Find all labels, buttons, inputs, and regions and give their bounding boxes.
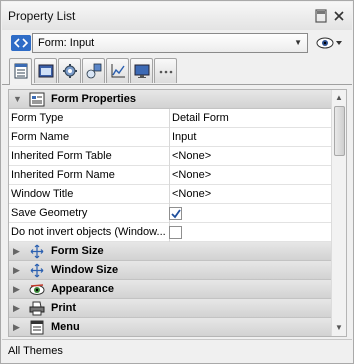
column-divider bbox=[169, 109, 170, 128]
group-form-size[interactable]: ▶ Form Size bbox=[9, 242, 331, 261]
group-label: Print bbox=[51, 302, 77, 314]
form-properties-icon bbox=[29, 92, 45, 107]
resize-arrows-icon bbox=[30, 244, 44, 259]
eye-palette-icon bbox=[29, 284, 45, 295]
property-row-do-not-invert-objects[interactable]: Do not invert objects (Window... bbox=[9, 223, 331, 242]
group-window-size[interactable]: ▶ Window Size bbox=[9, 261, 331, 280]
object-selector-dropdown[interactable]: Form: Input ▼ bbox=[32, 33, 308, 53]
expanded-triangle-icon: ▼ bbox=[13, 94, 22, 104]
property-name: Form Name bbox=[11, 131, 70, 143]
property-value[interactable]: <None> bbox=[172, 188, 211, 200]
do-not-invert-checkbox[interactable] bbox=[169, 226, 182, 239]
group-print[interactable]: ▶ Print bbox=[9, 299, 331, 318]
list-icon bbox=[14, 63, 28, 79]
pin-icon[interactable] bbox=[314, 9, 328, 23]
property-name: Form Type bbox=[11, 112, 64, 124]
form-icon bbox=[38, 64, 54, 78]
tab-form[interactable] bbox=[34, 58, 57, 83]
gear-icon bbox=[63, 64, 77, 78]
property-name: Inherited Form Table bbox=[11, 150, 112, 162]
save-geometry-checkbox[interactable] bbox=[169, 207, 182, 220]
tab-more[interactable] bbox=[154, 58, 177, 83]
shapes-icon bbox=[86, 63, 102, 79]
group-menu[interactable]: ▶ Menu bbox=[9, 318, 331, 336]
property-name: Do not invert objects (Window... bbox=[11, 226, 166, 238]
property-value[interactable]: <None> bbox=[172, 169, 211, 181]
status-bar: All Themes bbox=[2, 339, 352, 363]
more-icon bbox=[159, 70, 173, 74]
group-label: Form Size bbox=[51, 245, 104, 257]
selector-value: Form: Input bbox=[38, 37, 95, 49]
column-divider bbox=[169, 147, 170, 166]
group-label: Form Properties bbox=[51, 93, 136, 105]
close-icon[interactable] bbox=[332, 9, 346, 23]
property-row-inherited-form-table[interactable]: Inherited Form Table <None> bbox=[9, 147, 331, 166]
eye-menu-icon[interactable] bbox=[316, 36, 346, 50]
property-value[interactable]: <None> bbox=[172, 150, 211, 162]
scroll-down-icon[interactable]: ▼ bbox=[335, 323, 343, 332]
collapsed-triangle-icon: ▶ bbox=[13, 246, 20, 256]
resize-arrows-icon bbox=[30, 263, 44, 278]
property-name: Window Title bbox=[11, 188, 74, 200]
column-divider bbox=[169, 185, 170, 204]
column-divider bbox=[169, 128, 170, 147]
menu-icon bbox=[30, 320, 44, 335]
property-row-window-title[interactable]: Window Title <None> bbox=[9, 185, 331, 204]
title-bar[interactable]: Property List bbox=[2, 2, 352, 30]
collapsed-triangle-icon: ▶ bbox=[13, 322, 20, 332]
collapsed-triangle-icon: ▶ bbox=[13, 265, 20, 275]
group-appearance[interactable]: ▶ Appearance bbox=[9, 280, 331, 299]
property-row-save-geometry[interactable]: Save Geometry bbox=[9, 204, 331, 223]
printer-icon bbox=[29, 301, 45, 316]
property-row-inherited-form-name[interactable]: Inherited Form Name <None> bbox=[9, 166, 331, 185]
property-row-form-type[interactable]: Form Type Detail Form bbox=[9, 109, 331, 128]
property-value[interactable]: Input bbox=[172, 131, 196, 143]
group-form-properties[interactable]: ▼ Form Properties bbox=[9, 90, 331, 109]
chart-icon bbox=[111, 64, 125, 78]
property-value[interactable]: Detail Form bbox=[172, 112, 229, 124]
property-list-window: Property List Form: Input ▼ ▼ Form Prope… bbox=[0, 0, 354, 364]
property-name: Inherited Form Name bbox=[11, 169, 115, 181]
tab-shapes[interactable] bbox=[82, 58, 105, 83]
window-title: Property List bbox=[8, 9, 76, 23]
vertical-scrollbar[interactable]: ▲ ▼ bbox=[331, 90, 346, 336]
group-label: Menu bbox=[51, 321, 80, 333]
navigate-arrows-icon[interactable] bbox=[11, 35, 31, 51]
theme-filter-label[interactable]: All Themes bbox=[8, 345, 63, 357]
monitor-icon bbox=[134, 64, 150, 78]
property-name: Save Geometry bbox=[11, 207, 88, 219]
checkmark-icon bbox=[171, 209, 181, 219]
tab-display[interactable] bbox=[130, 58, 153, 83]
scrollbar-thumb[interactable] bbox=[334, 106, 345, 156]
chevron-down-icon: ▼ bbox=[294, 38, 302, 47]
group-label: Window Size bbox=[51, 264, 119, 276]
category-tabs bbox=[2, 56, 352, 85]
tab-list[interactable] bbox=[9, 58, 32, 85]
property-row-form-name[interactable]: Form Name Input bbox=[9, 128, 331, 147]
column-divider bbox=[169, 166, 170, 185]
object-selector-row: Form: Input ▼ bbox=[2, 30, 352, 56]
collapsed-triangle-icon: ▶ bbox=[13, 303, 20, 313]
collapsed-triangle-icon: ▶ bbox=[13, 284, 20, 294]
group-label: Appearance bbox=[51, 283, 114, 295]
tab-settings[interactable] bbox=[58, 58, 81, 83]
property-grid: ▼ Form Properties Form Type Detail Form … bbox=[8, 89, 347, 337]
tab-chart[interactable] bbox=[106, 58, 129, 83]
scroll-up-icon[interactable]: ▲ bbox=[335, 93, 343, 102]
